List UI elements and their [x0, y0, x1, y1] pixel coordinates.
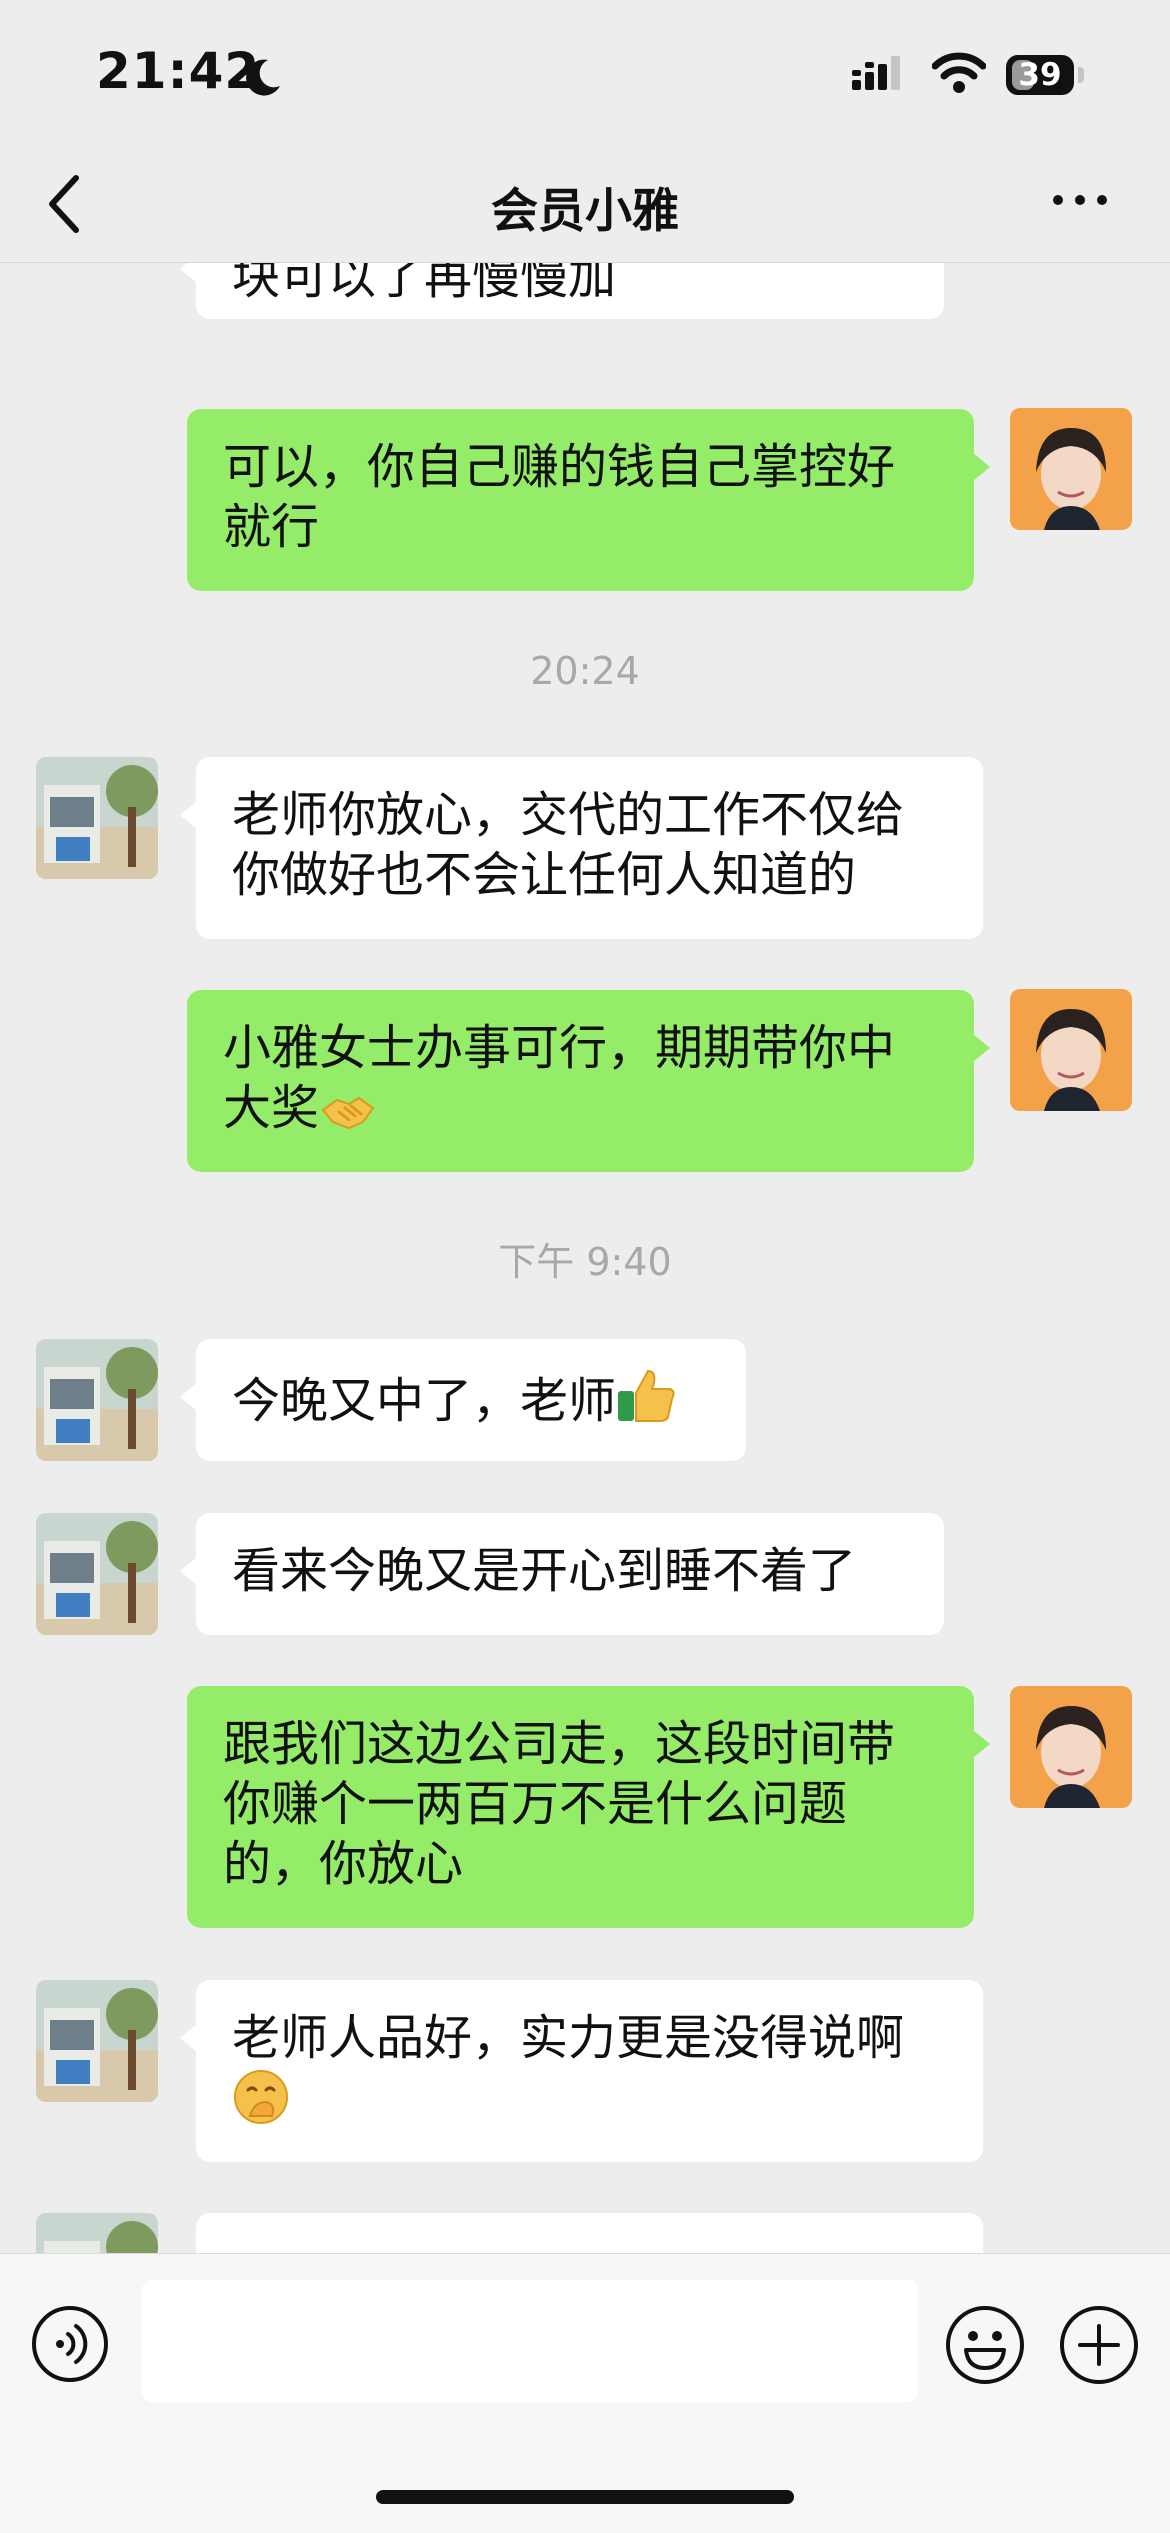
- message-text: 老师人品好，实力更是没得说啊: [232, 2010, 905, 2066]
- home-indicator: [376, 2490, 794, 2504]
- message-text: 今晚又中了，老师: [232, 1373, 617, 1429]
- emoji-icon[interactable]: [944, 2304, 1026, 2386]
- my-avatar[interactable]: [1010, 989, 1132, 1111]
- message-input[interactable]: [142, 2280, 918, 2402]
- message-text: 可以，你自己赚的钱自己掌控好就行: [223, 439, 896, 555]
- message-text: 块可以了再慢慢加: [232, 263, 617, 305]
- more-options-icon[interactable]: [1050, 188, 1110, 212]
- battery-tip: [1078, 67, 1084, 83]
- my-avatar-image: [1010, 408, 1132, 530]
- status-time: 21:42: [96, 42, 261, 100]
- battery-indicator: 39: [1006, 55, 1074, 95]
- my-avatar[interactable]: [1010, 408, 1132, 530]
- timestamp: 20:24: [530, 649, 640, 693]
- voice-icon[interactable]: [30, 2304, 110, 2384]
- my-avatar-image: [1010, 1686, 1132, 1808]
- timestamp: 下午 9:40: [498, 1240, 672, 1284]
- cellular-signal-icon: [852, 56, 900, 90]
- contact-avatar-image: [36, 757, 158, 879]
- my-avatar-image: [1010, 989, 1132, 1111]
- wifi-icon: [932, 52, 986, 93]
- plus-icon[interactable]: [1058, 2304, 1140, 2386]
- message-bubble-incoming[interactable]: 老师你放心，交代的工作不仅给你做好也不会让任何人知道的: [180, 757, 983, 939]
- handshake-emoji: [321, 1096, 375, 1130]
- message-text: 看来今晚又是开心到睡不着了: [232, 1543, 857, 1599]
- message-text: 老师你放心，交代的工作不仅给你做好也不会让任何人知道的: [232, 787, 905, 903]
- message-text: 跟我们这边公司走，这段时间带你赚个一两百万不是什么问题的，你放心: [223, 1716, 896, 1892]
- battery-percentage: 39: [1018, 57, 1062, 93]
- message-bubble-incoming[interactable]: [196, 2213, 983, 2253]
- chat-message-list[interactable]: 块可以了再慢慢加 可以，你自己赚的钱自己掌控好就行 20:24 老师你放心，交代…: [0, 263, 1170, 2253]
- message-bubble-incoming[interactable]: 看来今晚又是开心到睡不着了: [180, 1513, 944, 1635]
- moon-icon: [246, 59, 280, 96]
- chat-header: 会员小雅: [0, 150, 1170, 263]
- contact-avatar-image: [36, 2213, 158, 2253]
- contact-avatar[interactable]: [36, 757, 158, 879]
- contact-avatar[interactable]: [36, 1980, 158, 2102]
- message-bubble-incoming[interactable]: 老师人品好，实力更是没得说啊: [180, 1980, 983, 2162]
- message-bubble-outgoing[interactable]: 小雅女士办事可行，期期带你中大奖: [187, 990, 990, 1172]
- message-bubble-incoming[interactable]: 块可以了再慢慢加: [180, 263, 944, 319]
- contact-avatar-image: [36, 1513, 158, 1635]
- contact-avatar[interactable]: [36, 1513, 158, 1635]
- contact-avatar-image: [36, 1339, 158, 1461]
- message-bubble-outgoing[interactable]: 跟我们这边公司走，这段时间带你赚个一两百万不是什么问题的，你放心: [187, 1686, 990, 1928]
- thumbs-up-emoji: [618, 1369, 675, 1422]
- contact-avatar-image: [36, 1980, 158, 2102]
- message-bubble-incoming[interactable]: 今晚又中了，老师: [180, 1339, 746, 1461]
- contact-avatar[interactable]: [36, 2213, 158, 2253]
- message-bubble-outgoing[interactable]: 可以，你自己赚的钱自己掌控好就行: [187, 409, 990, 591]
- contact-avatar[interactable]: [36, 1339, 158, 1461]
- input-bar: [0, 2253, 1170, 2533]
- hand-over-mouth-emoji: [234, 2070, 288, 2124]
- status-bar: 21:42 39: [0, 0, 1170, 150]
- chat-title: 会员小雅: [491, 184, 679, 239]
- my-avatar[interactable]: [1010, 1686, 1132, 1808]
